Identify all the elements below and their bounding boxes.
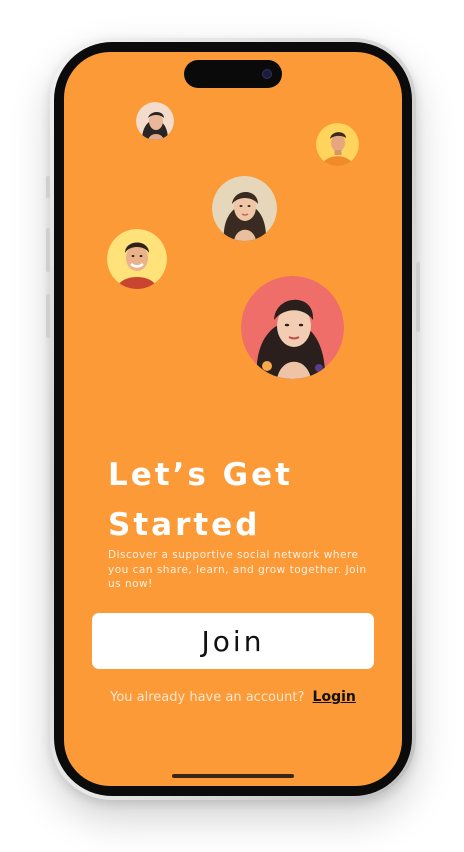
avatar-man-orange-shirt-image bbox=[316, 123, 359, 166]
title-line-1: Let’s Get bbox=[108, 457, 293, 493]
avatar-woman-red-bg[interactable] bbox=[241, 276, 344, 379]
avatar-woman-dark-hair[interactable] bbox=[136, 102, 174, 140]
login-prompt: You already have an account? bbox=[110, 690, 305, 705]
avatar-woman-dark-hair-image bbox=[136, 102, 174, 140]
avatar-man-orange-shirt[interactable] bbox=[316, 123, 359, 166]
volume-up-button bbox=[46, 228, 50, 272]
dynamic-island bbox=[184, 60, 282, 88]
home-indicator[interactable] bbox=[172, 774, 294, 778]
volume-down-button bbox=[46, 294, 50, 338]
avatar-man-smiling[interactable] bbox=[107, 229, 167, 289]
join-button[interactable]: Join bbox=[92, 613, 374, 669]
mute-switch bbox=[46, 176, 50, 198]
login-row: You already have an account? Login bbox=[64, 689, 402, 705]
camera-icon bbox=[262, 69, 272, 79]
title-line-2: Started bbox=[108, 507, 261, 543]
power-button bbox=[416, 262, 420, 332]
avatar-woman-long-hair-image bbox=[212, 176, 277, 241]
app-screen: Let’s Get Started Discover a supportive … bbox=[64, 52, 402, 786]
login-link[interactable]: Login bbox=[313, 689, 356, 705]
avatar-man-smiling-image bbox=[107, 229, 167, 289]
page-title: Let’s Get Started bbox=[108, 450, 368, 550]
avatar-woman-long-hair[interactable] bbox=[212, 176, 277, 241]
avatar-woman-red-bg-image bbox=[241, 276, 344, 379]
subtitle-text: Discover a supportive social network whe… bbox=[108, 549, 367, 590]
